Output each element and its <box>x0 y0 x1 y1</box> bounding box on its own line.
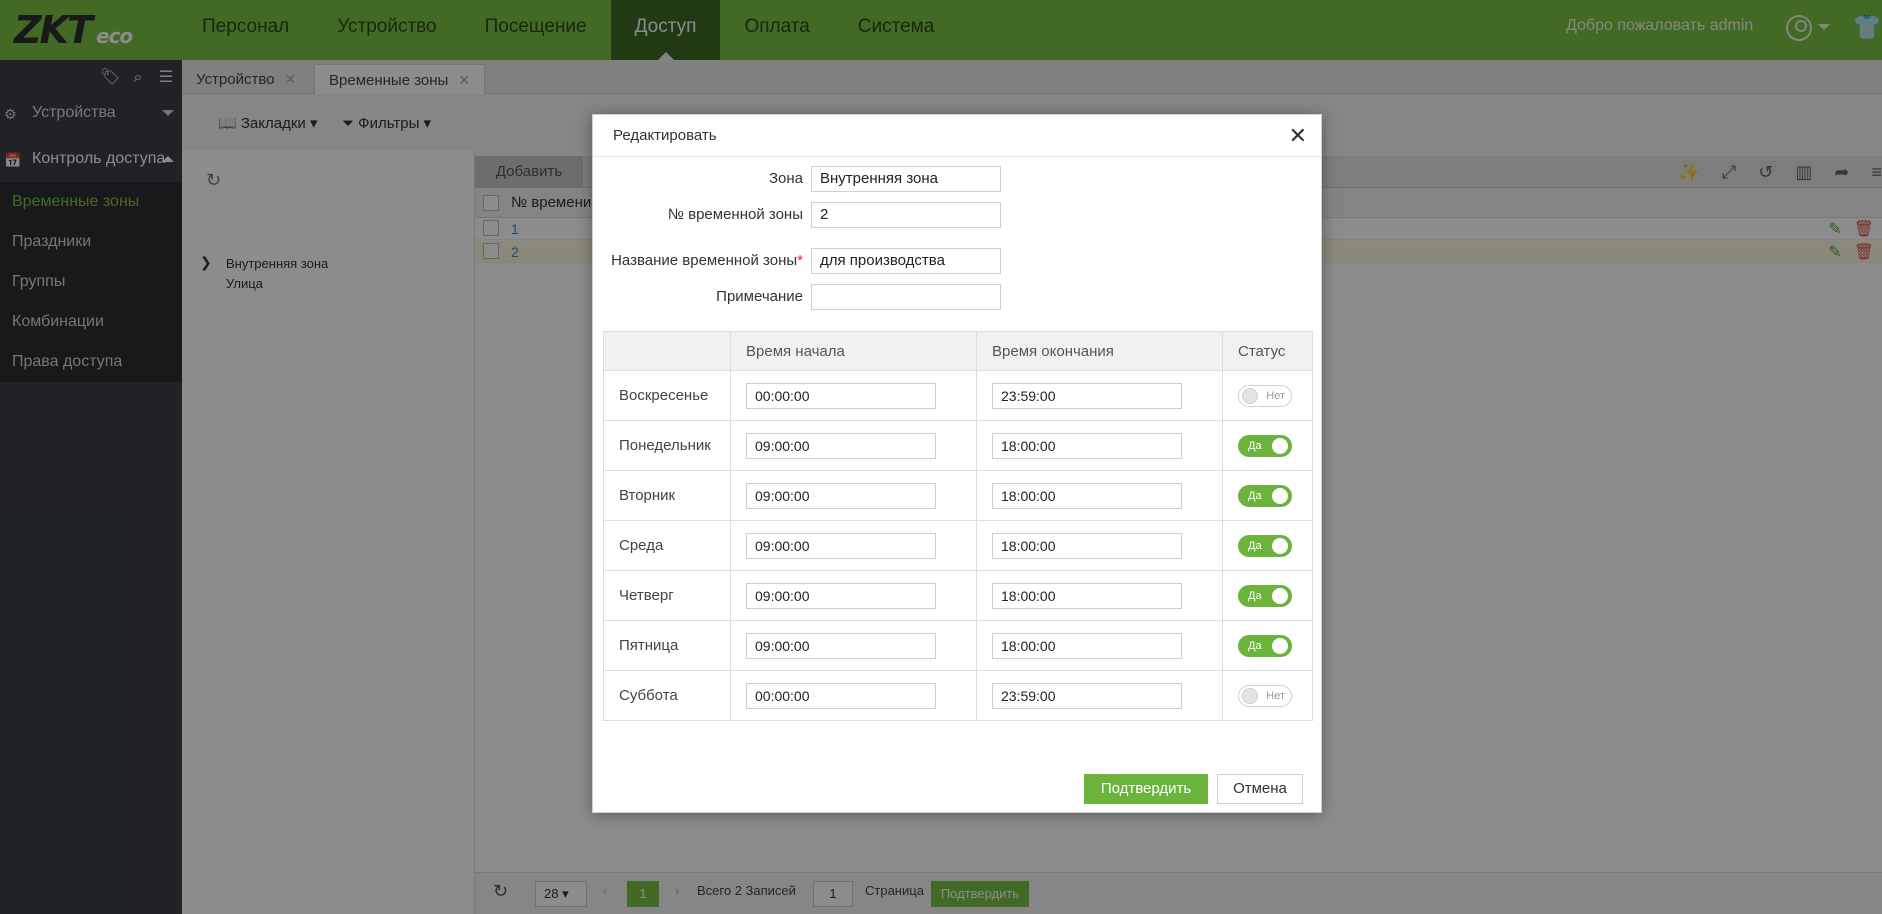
zone-field[interactable]: Внутренняя зона <box>811 166 1001 192</box>
day-name: Суббота <box>603 670 731 721</box>
start-time-input[interactable]: 09:00:00 <box>746 532 936 559</box>
toggle-label: Да <box>1248 439 1262 452</box>
status-toggle[interactable]: Нет <box>1238 684 1292 707</box>
start-time-cell: 09:00:00 <box>730 620 977 671</box>
end-time-input[interactable]: 18:00:00 <box>992 482 1182 509</box>
zone-name-field[interactable]: для производства <box>811 248 1001 274</box>
status-cell: Да <box>1222 520 1313 571</box>
dialog-header: Редактировать ✕ <box>593 115 1321 157</box>
end-time-cell: 23:59:00 <box>976 670 1223 721</box>
table-row: Понедельник 09:00:00 18:00:00 Да <box>603 420 1313 471</box>
start-time-cell: 09:00:00 <box>730 420 977 471</box>
status-cell: Да <box>1222 470 1313 521</box>
status-toggle[interactable]: Да <box>1238 634 1292 657</box>
table-header-row: Время начала Время окончания Статус <box>603 331 1313 371</box>
day-name: Среда <box>603 520 731 571</box>
status-cell: Да <box>1222 620 1313 671</box>
zone-name-label: Название временной зоны* <box>611 252 803 269</box>
toggle-label: Да <box>1248 589 1262 602</box>
day-name: Понедельник <box>603 420 731 471</box>
close-icon[interactable]: ✕ <box>1289 123 1307 149</box>
start-time-cell: 00:00:00 <box>730 670 977 721</box>
status-cell: Нет <box>1222 670 1313 721</box>
end-time-cell: 23:59:00 <box>976 370 1223 421</box>
end-time-cell: 18:00:00 <box>976 520 1223 571</box>
end-time-cell: 18:00:00 <box>976 420 1223 471</box>
status-toggle[interactable]: Да <box>1238 484 1292 507</box>
weekly-schedule-table: Время начала Время окончания Статус Воск… <box>603 331 1313 721</box>
table-row: Среда 09:00:00 18:00:00 Да <box>603 520 1313 571</box>
end-time-cell: 18:00:00 <box>976 470 1223 521</box>
day-name: Вторник <box>603 470 731 521</box>
start-time-cell: 09:00:00 <box>730 570 977 621</box>
dialog-title: Редактировать <box>613 127 717 144</box>
toggle-label: Нет <box>1266 689 1285 702</box>
toggle-knob <box>1242 687 1258 704</box>
end-time-input[interactable]: 23:59:00 <box>992 382 1182 409</box>
table-row: Пятница 09:00:00 18:00:00 Да <box>603 620 1313 671</box>
column-header <box>603 331 731 371</box>
start-time-cell: 00:00:00 <box>730 370 977 421</box>
status-cell: Да <box>1222 420 1313 471</box>
status-cell: Да <box>1222 570 1313 621</box>
end-time-cell: 18:00:00 <box>976 570 1223 621</box>
start-time-input[interactable]: 09:00:00 <box>746 582 936 609</box>
note-label: Примечание <box>716 288 803 305</box>
status-toggle[interactable]: Да <box>1238 434 1292 457</box>
toggle-label: Да <box>1248 489 1262 502</box>
end-time-input[interactable]: 18:00:00 <box>992 432 1182 459</box>
column-header: Время начала <box>730 331 977 371</box>
toggle-label: Нет <box>1266 389 1285 402</box>
zone-label: Зона <box>768 170 803 187</box>
cancel-button[interactable]: Отмена <box>1217 774 1303 804</box>
edit-dialog: Редактировать ✕ Зона Внутренняя зона № в… <box>592 114 1322 813</box>
table-row: Вторник 09:00:00 18:00:00 Да <box>603 470 1313 521</box>
toggle-label: Да <box>1248 539 1262 552</box>
status-toggle[interactable]: Нет <box>1238 384 1292 407</box>
required-marker: * <box>797 252 803 269</box>
column-header: Время окончания <box>976 331 1223 371</box>
day-name: Воскресенье <box>603 370 731 421</box>
table-row: Воскресенье 00:00:00 23:59:00 Нет <box>603 370 1313 421</box>
end-time-cell: 18:00:00 <box>976 620 1223 671</box>
zone-name-label-text: Название временной зоны <box>611 252 798 269</box>
toggle-knob <box>1242 387 1258 404</box>
start-time-cell: 09:00:00 <box>730 470 977 521</box>
end-time-input[interactable]: 18:00:00 <box>992 632 1182 659</box>
toggle-knob <box>1272 537 1288 554</box>
status-toggle[interactable]: Да <box>1238 534 1292 557</box>
column-header: Статус <box>1222 331 1313 371</box>
table-row: Четверг 09:00:00 18:00:00 Да <box>603 570 1313 621</box>
toggle-knob <box>1272 437 1288 454</box>
end-time-input[interactable]: 18:00:00 <box>992 532 1182 559</box>
end-time-input[interactable]: 23:59:00 <box>992 682 1182 709</box>
status-toggle[interactable]: Да <box>1238 584 1292 607</box>
zone-number-field[interactable]: 2 <box>811 202 1001 228</box>
zone-number-label: № временной зоны <box>667 206 803 223</box>
start-time-input[interactable]: 00:00:00 <box>746 682 936 709</box>
start-time-input[interactable]: 09:00:00 <box>746 432 936 459</box>
start-time-input[interactable]: 09:00:00 <box>746 632 936 659</box>
toggle-knob <box>1272 587 1288 604</box>
confirm-button[interactable]: Подтвердить <box>1084 774 1208 804</box>
table-row: Суббота 00:00:00 23:59:00 Нет <box>603 670 1313 721</box>
toggle-label: Да <box>1248 639 1262 652</box>
status-cell: Нет <box>1222 370 1313 421</box>
day-name: Пятница <box>603 620 731 671</box>
start-time-cell: 09:00:00 <box>730 520 977 571</box>
toggle-knob <box>1272 637 1288 654</box>
start-time-input[interactable]: 00:00:00 <box>746 382 936 409</box>
start-time-input[interactable]: 09:00:00 <box>746 482 936 509</box>
end-time-input[interactable]: 18:00:00 <box>992 582 1182 609</box>
toggle-knob <box>1272 487 1288 504</box>
note-field[interactable] <box>811 284 1001 310</box>
day-name: Четверг <box>603 570 731 621</box>
